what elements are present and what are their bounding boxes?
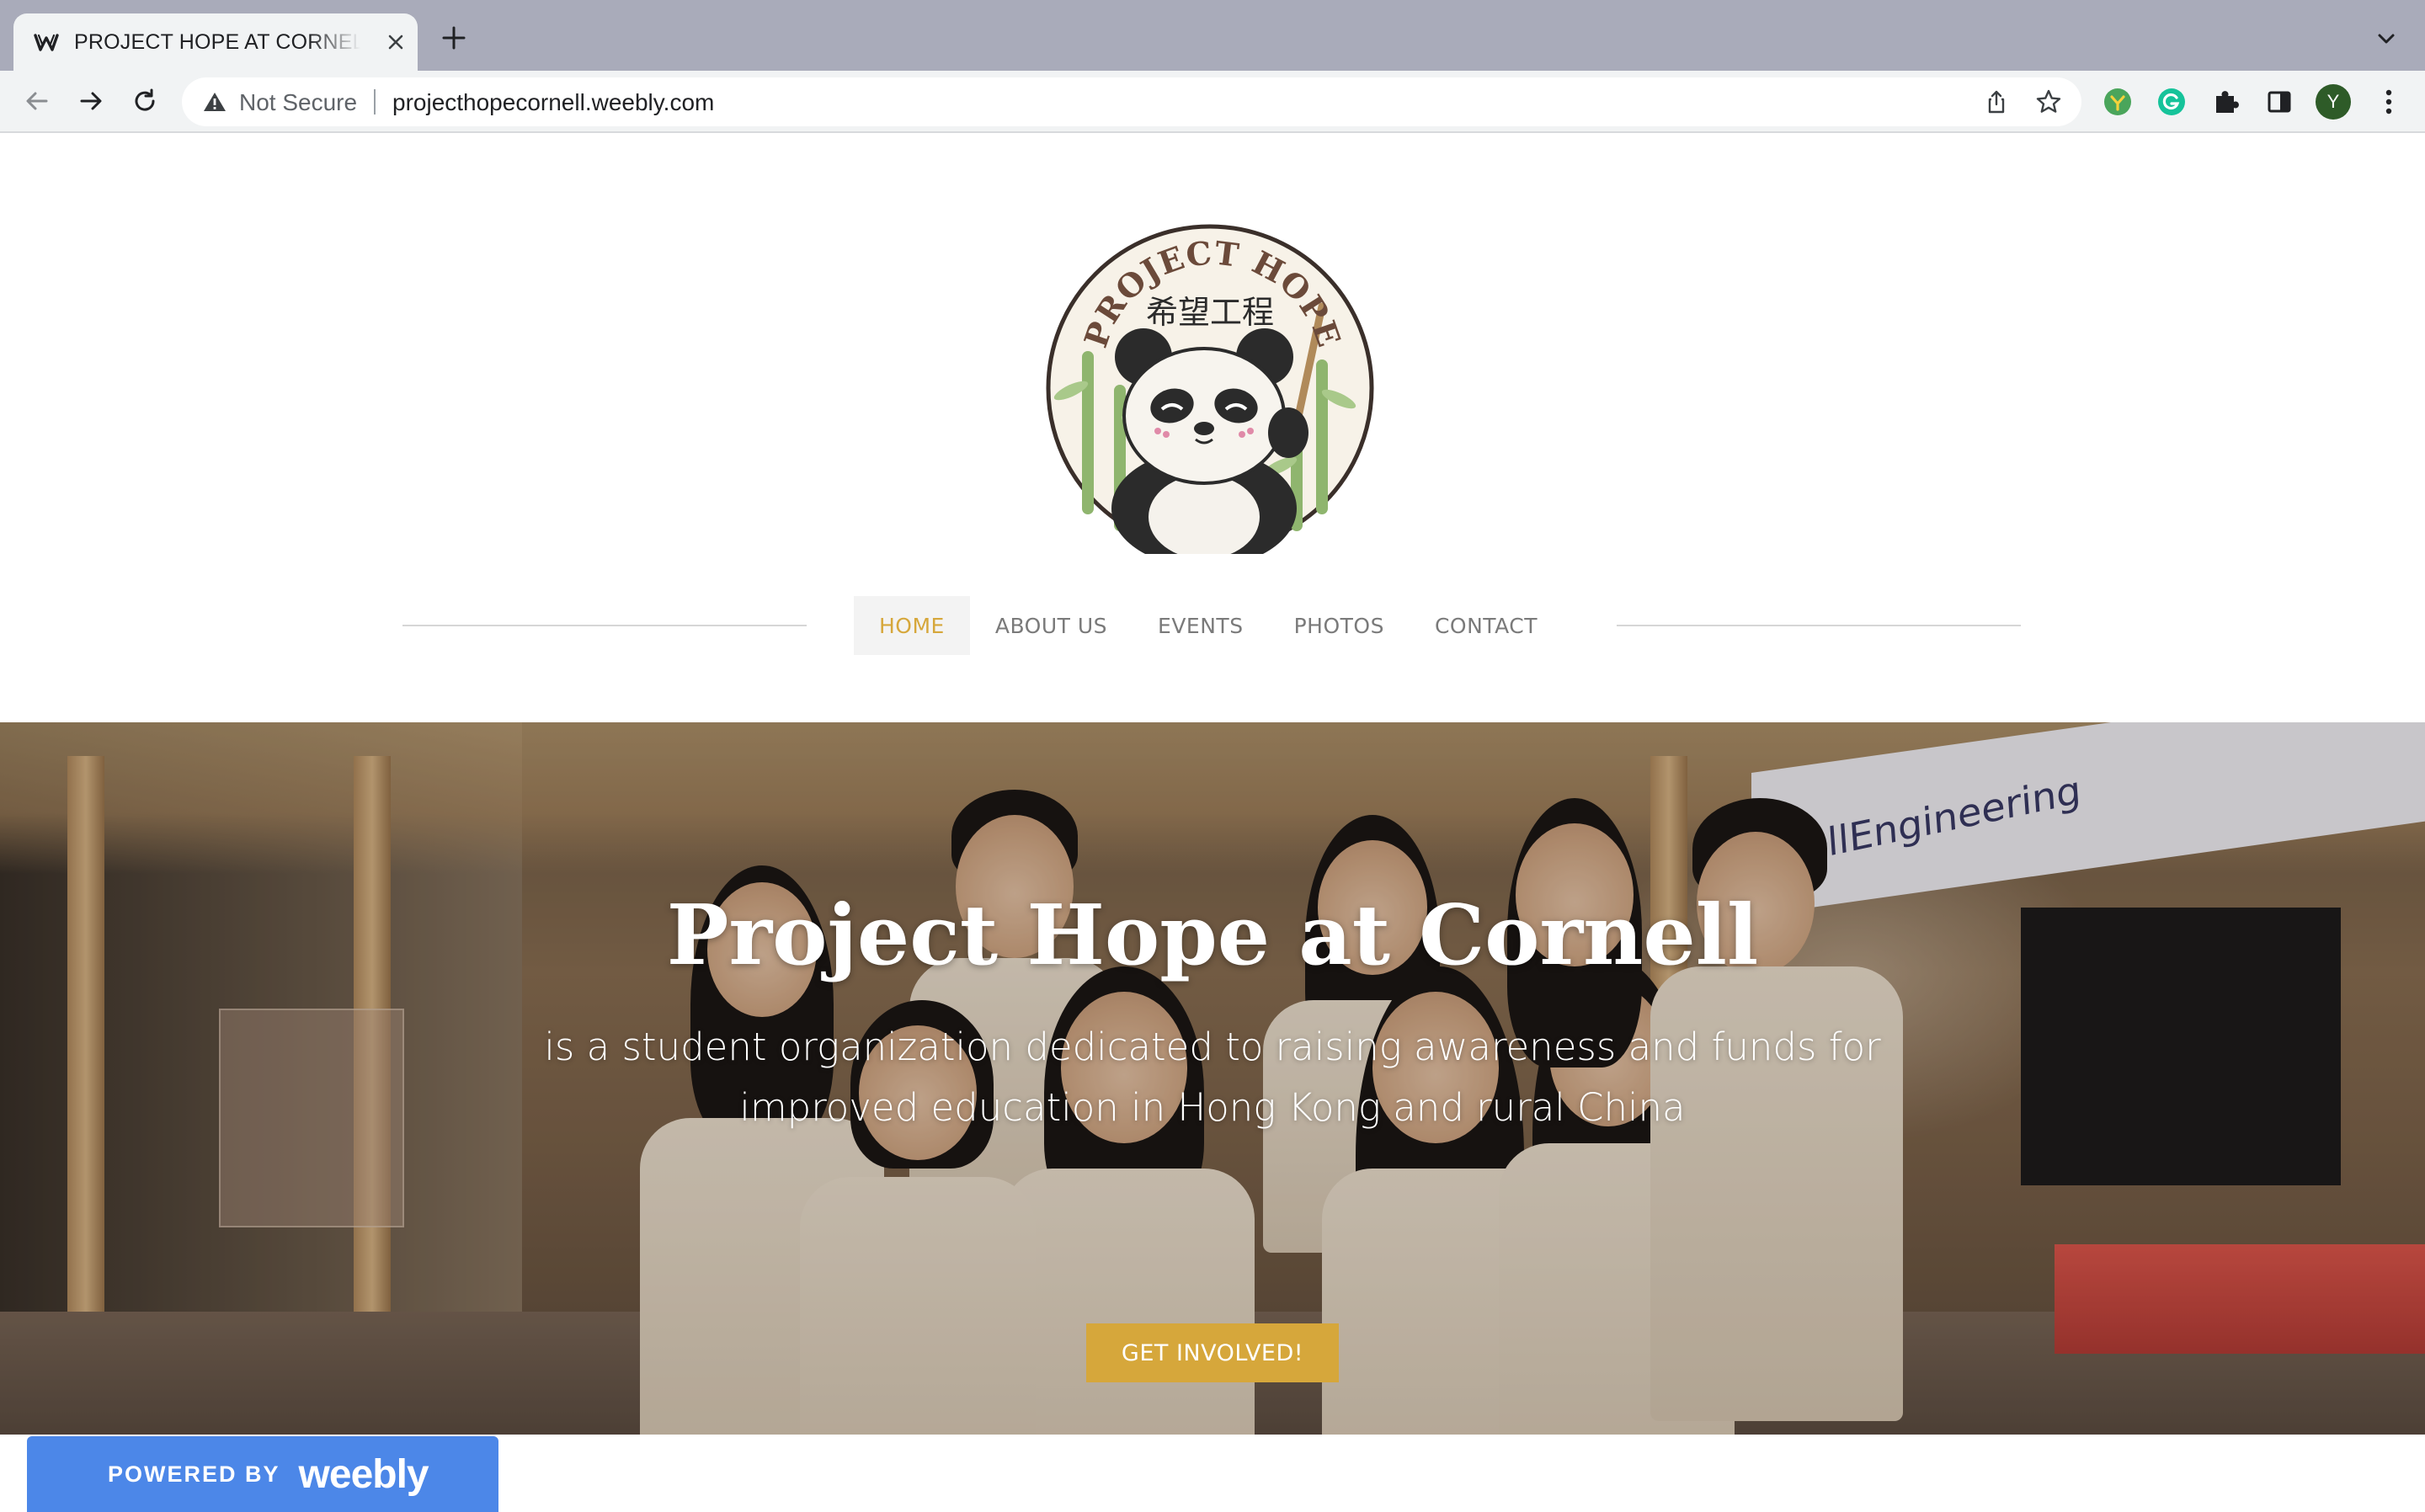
powered-by-weebly-badge[interactable]: POWERED BY weebly [27, 1436, 498, 1512]
puzzle-icon[interactable] [2209, 86, 2241, 118]
back-arrow-icon[interactable] [19, 83, 56, 120]
browser-toolbar: Not Secure projecthopecornell.weebly.com… [0, 71, 2425, 133]
nav-item-contact[interactable]: CONTACT [1410, 596, 1563, 655]
close-icon[interactable] [384, 30, 408, 54]
divider [374, 89, 376, 114]
hero-banner: llEngineering Project Hope at Cornell is… [0, 722, 2425, 1435]
weebly-favicon-icon [32, 28, 61, 56]
security-label[interactable]: Not Secure [239, 89, 357, 116]
reload-icon[interactable] [126, 83, 163, 120]
tab-title: PROJECT HOPE AT CORNELL - Home [74, 30, 360, 54]
avatar[interactable]: Y [2316, 84, 2351, 120]
plus-icon[interactable] [440, 24, 468, 52]
hero-title: Project Hope at Cornell [666, 887, 1759, 984]
powered-by-label: POWERED BY [108, 1461, 280, 1487]
main-nav: HOME ABOUT US EVENTS PHOTOS CONTACT [854, 596, 1563, 655]
nav-divider-right [1617, 625, 2021, 626]
chevron-down-icon[interactable] [2373, 25, 2400, 52]
share-icon[interactable] [1982, 88, 2011, 116]
browser-tab[interactable]: PROJECT HOPE AT CORNELL - Home [13, 13, 418, 71]
nav-item-about-us[interactable]: ABOUT US [970, 596, 1133, 655]
nav-item-events[interactable]: EVENTS [1133, 596, 1269, 655]
forward-arrow-icon[interactable] [72, 83, 109, 120]
weebly-logo: weebly [298, 1451, 429, 1497]
more-vert-icon[interactable] [2373, 86, 2405, 118]
nav-divider-left [402, 625, 807, 626]
address-bar[interactable]: Not Secure projecthopecornell.weebly.com [182, 77, 2081, 126]
project-hope-logo[interactable]: PROJECT HOPE 希望工程 [1044, 222, 1376, 567]
nav-item-home[interactable]: HOME [854, 596, 970, 655]
hero-subtitle: is a student organization dedicated to r… [544, 1025, 1881, 1130]
side-panel-icon[interactable] [2263, 86, 2295, 118]
url-text[interactable]: projecthopecornell.weebly.com [392, 89, 714, 116]
extension-icon[interactable] [2102, 86, 2134, 118]
warning-icon[interactable] [202, 90, 227, 114]
get-involved-button[interactable]: GET INVOLVED! [1086, 1323, 1339, 1382]
nav-item-photos[interactable]: PHOTOS [1269, 596, 1410, 655]
svg-text:希望工程: 希望工程 [1146, 294, 1274, 331]
tab-strip: PROJECT HOPE AT CORNELL - Home [0, 0, 2425, 71]
web-page: PROJECT HOPE 希望工程 HOME ABOUT US EVENTS P… [0, 133, 2425, 1512]
star-icon[interactable] [2034, 88, 2063, 116]
grammarly-icon[interactable] [2156, 86, 2188, 118]
